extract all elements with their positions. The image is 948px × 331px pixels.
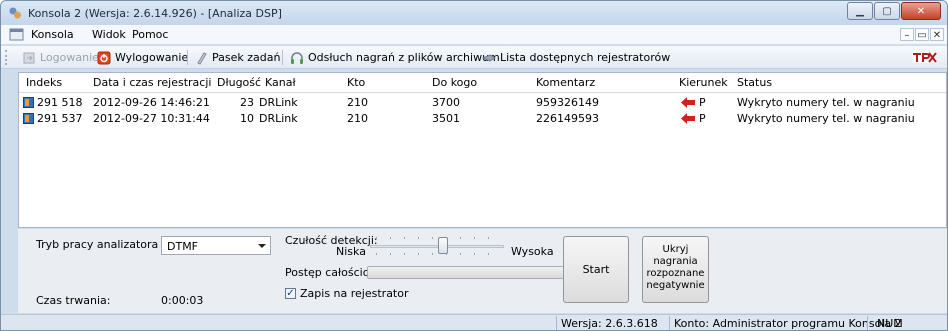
direction-arrow-icon [681,113,695,124]
status-divider [556,316,557,330]
status-version: Wersja: 2.6.3.618 [561,317,658,330]
col-index[interactable]: Indeks [26,76,62,89]
toolbar-separator [282,50,283,65]
table-row[interactable]: 291 537 2012-09-27 10:31:44 10 DRLink 21… [19,111,946,127]
cell-length: 23 [240,96,254,109]
taskbar-button[interactable]: Pasek zadań [194,50,280,65]
cell-comment: 226149593 [536,112,599,125]
taskbar-label: Pasek zadań [212,51,281,64]
cell-index: 291 537 [37,112,83,125]
cell-channel: DRLink [259,112,298,125]
taskbar-icon [197,51,207,65]
logout-button[interactable]: Wylogowanie [97,50,188,65]
cell-status: Wykryto numery tel. w nagraniu [737,112,915,125]
mdi-minimize-button[interactable]: – [900,28,914,41]
recordings-table: Indeks Data i czas rejestracji Długość K… [18,72,947,228]
cell-channel: DRLink [259,96,298,109]
mdi-restore-button[interactable]: ▭ [915,28,929,41]
analyzer-panel: Tryb pracy analizatora DTMF Czułość dete… [18,229,947,313]
sensitivity-high-label: Wysoka [511,245,554,258]
recording-icon [23,97,34,108]
logout-label: Wylogowanie [115,51,189,64]
mode-value: DTMF [167,240,199,253]
cell-datetime: 2012-09-26 14:46:21 [93,96,210,109]
cell-status: Wykryto numery tel. w nagraniu [737,96,915,109]
col-to-whom[interactable]: Do kogo [432,76,477,89]
headphones-icon [291,51,303,64]
status-bar: Wersja: 2.6.3.618 Konto: Administrator p… [1,314,947,330]
login-button[interactable]: Logowanie [22,50,99,65]
login-label: Logowanie [40,51,99,64]
status-divider [669,316,670,330]
close-button[interactable]: ✕ [901,2,941,20]
col-comment[interactable]: Komentarz [536,76,595,89]
minimize-button[interactable]: ▁ [847,2,873,20]
duration-label: Czas trwania: [36,294,111,307]
menu-bar: Konsola Widok Pomoc – ▭ ✕ [1,25,947,45]
col-datetime[interactable]: Data i czas rejestracji [93,76,211,89]
recorders-list-label: Lista dostępnych rejestratorów [500,51,671,64]
app-icon [9,7,21,19]
cell-datetime: 2012-09-27 10:31:44 [93,112,210,125]
mode-label: Tryb pracy analizatora [36,238,159,251]
status-divider [867,316,868,330]
cell-length: 10 [240,112,254,125]
record-checkbox[interactable]: ✓ [285,288,296,299]
menu-pomoc[interactable]: Pomoc [132,28,168,41]
cell-direction: P [699,96,706,109]
slider-thumb[interactable] [438,237,449,254]
cell-who: 210 [347,96,368,109]
record-checkbox-label[interactable]: Zapis na rejestrator [300,287,409,300]
archive-listen-label: Odsłuch nagrań z plików archiwum [308,51,500,64]
menu-widok[interactable]: Widok [92,28,126,41]
maximize-button[interactable]: ▢ [874,2,900,20]
window-title: Konsola 2 (Wersja: 2.6.14.926) - [Analiz… [28,7,282,20]
toolbar-separator [187,50,188,65]
cell-comment: 959326149 [536,96,599,109]
table-row[interactable]: 291 518 2012-09-26 14:46:21 23 DRLink 21… [19,95,946,111]
document-icon[interactable] [9,28,24,41]
cell-index: 291 518 [37,96,83,109]
recorders-list-button[interactable]: Lista dostępnych rejestratorów [482,50,670,65]
chevron-down-icon [258,244,266,248]
col-who[interactable]: Kto [347,76,365,89]
cell-direction: P [699,112,706,125]
duration-value: 0:00:03 [161,294,204,307]
window-controls: ▁ ▢ ✕ [846,2,941,21]
sensitivity-slider[interactable] [370,245,504,248]
status-num: NUM [877,317,903,330]
cell-to-whom: 3501 [432,112,460,125]
direction-arrow-icon [681,97,695,108]
col-direction[interactable]: Kierunek [679,76,728,89]
menu-konsola[interactable]: Konsola [31,28,74,41]
toolbar: Logowanie Wylogowanie Pasek zadań Odsłuc… [1,46,947,69]
cell-to-whom: 3700 [432,96,460,109]
sensitivity-low-label: Niska [336,245,366,258]
recorders-icon [482,53,496,62]
archive-listen-button[interactable]: Odsłuch nagrań z plików archiwum [290,50,500,65]
hide-negative-button[interactable]: Ukryj nagrania rozpoznane negatywnie [642,236,709,303]
col-length[interactable]: Długość [217,76,261,89]
start-button[interactable]: Start [563,236,629,303]
mdi-close-button[interactable]: ✕ [930,28,944,41]
col-status[interactable]: Status [737,76,772,89]
mode-select[interactable]: DTMF [161,236,271,255]
login-icon [23,52,35,63]
brand-logo [912,51,937,63]
table-header: Indeks Data i czas rejestracji Długość K… [19,73,946,93]
toolbar-grip[interactable] [5,50,9,65]
logout-icon [97,51,111,64]
overall-progress-bar [367,266,565,279]
cell-who: 210 [347,112,368,125]
title-bar[interactable]: Konsola 2 (Wersja: 2.6.14.926) - [Analiz… [1,1,947,25]
recording-icon [23,113,34,124]
main-window: Konsola 2 (Wersja: 2.6.14.926) - [Analiz… [0,0,948,331]
col-channel[interactable]: Kanał [265,76,296,89]
